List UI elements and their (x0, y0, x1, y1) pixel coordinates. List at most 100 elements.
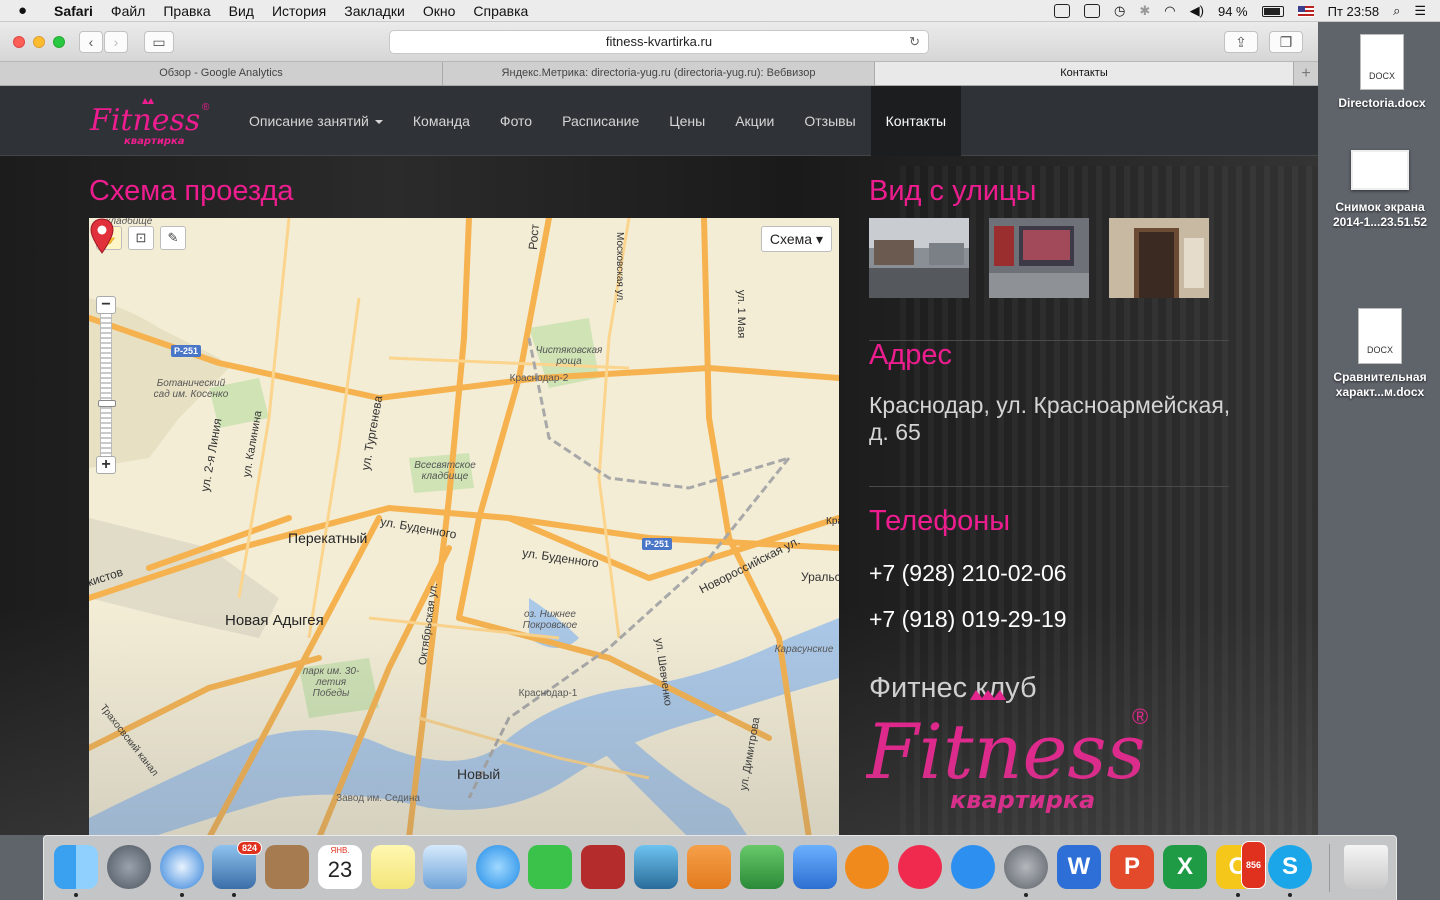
pages-icon[interactable] (687, 845, 731, 889)
yandex-map[interactable]: ✋ ⊡ ✎ Схема ▾ − + Р-251 Р-251 Перекатный… (89, 218, 839, 835)
contacts-icon[interactable] (265, 845, 309, 889)
nav-classes[interactable]: Описание занятий (234, 86, 398, 156)
nav-photo[interactable]: Фото (485, 86, 547, 156)
clock[interactable]: Пт 23:58 (1328, 4, 1379, 19)
zoom-slider[interactable] (98, 314, 116, 456)
time-machine-icon[interactable]: ◷ (1114, 3, 1125, 19)
nav-schedule[interactable]: Расписание (547, 86, 654, 156)
street-photo-2[interactable] (989, 218, 1089, 298)
address-text: Краснодар, ул. Красноармейская, д. 65 (869, 392, 1231, 445)
bluetooth-icon[interactable]: ✱ (1139, 3, 1150, 19)
minimize-window-button[interactable] (33, 36, 45, 48)
nav-team[interactable]: Команда (398, 86, 485, 156)
running-indicator (1288, 893, 1292, 897)
calendar-icon[interactable]: ЯНВ. 23 (318, 845, 362, 889)
ruler-tool-icon[interactable]: ✎ (160, 226, 186, 250)
map-type-select[interactable]: Схема ▾ (760, 226, 832, 252)
wifi-icon[interactable]: ◠ (1164, 3, 1175, 19)
keynote-icon[interactable] (793, 845, 837, 889)
menu-file[interactable]: Файл (111, 3, 145, 19)
forward-button[interactable]: › (104, 31, 128, 53)
map-canvas (89, 218, 839, 835)
close-window-button[interactable] (13, 36, 25, 48)
battery-icon[interactable] (1261, 5, 1284, 17)
zoom-control: − + (96, 296, 116, 474)
site-logo[interactable]: Fitness квартирка ® (88, 96, 218, 148)
tab-contacts[interactable]: Контакты (875, 62, 1294, 85)
itunes-icon[interactable] (898, 845, 942, 889)
logo-registered-mark: ® (1132, 704, 1148, 729)
trash-icon[interactable] (1344, 845, 1388, 889)
nav-contacts[interactable]: Контакты (870, 86, 962, 156)
share-icon[interactable]: ⇪ (1224, 31, 1258, 53)
zoom-tool-icon[interactable]: ⊡ (128, 226, 154, 250)
nav-prices[interactable]: Цены (654, 86, 720, 156)
street-label: Московская ул. (614, 232, 625, 303)
street-photo-3[interactable] (1109, 218, 1209, 298)
fullscreen-window-button[interactable] (53, 36, 65, 48)
phone-number[interactable]: +7 (928) 210-02-06 (869, 560, 1067, 587)
crown-icon (970, 690, 1006, 700)
volume-icon[interactable]: ◀) (1190, 3, 1204, 19)
desktop-file-directoria[interactable]: DOCX Directoria.docx (1327, 34, 1437, 111)
location-pin-icon[interactable] (89, 218, 115, 254)
reload-icon[interactable]: ↻ (909, 31, 920, 53)
menu-bar: ● Safari Файл Правка Вид История Закладк… (0, 0, 1440, 22)
photo-booth-icon[interactable] (581, 845, 625, 889)
skype-icon[interactable]: S (1268, 845, 1312, 889)
app-store-icon[interactable] (951, 845, 995, 889)
word-icon[interactable]: W (1057, 845, 1101, 889)
screenshot-file-icon (1351, 150, 1409, 190)
notification-icon[interactable] (1054, 4, 1071, 18)
menu-bookmarks[interactable]: Закладки (344, 3, 405, 19)
messages-icon[interactable] (476, 845, 520, 889)
apple-menu-icon[interactable]: ● (18, 2, 36, 19)
iphoto-icon[interactable] (634, 845, 678, 889)
spotlight-icon[interactable]: ⌕ (1393, 3, 1400, 19)
tab-google-analytics[interactable]: Обзор - Google Analytics (0, 62, 443, 85)
numbers-icon[interactable] (740, 845, 784, 889)
excel-icon[interactable]: X (1163, 845, 1207, 889)
input-source-flag-icon[interactable] (1297, 5, 1314, 17)
menu-edit[interactable]: Правка (163, 3, 210, 19)
facetime-icon[interactable] (528, 845, 572, 889)
menu-help[interactable]: Справка (473, 3, 528, 19)
sidebar-icon[interactable]: ▭ (144, 31, 174, 53)
preview-icon[interactable] (423, 845, 467, 889)
safari-icon[interactable] (160, 845, 204, 889)
back-button[interactable]: ‹ (79, 31, 103, 53)
section-divider (869, 486, 1229, 487)
finder-icon[interactable] (54, 845, 98, 889)
notes-icon[interactable] (371, 845, 415, 889)
system-preferences-icon[interactable] (1004, 845, 1048, 889)
outlook-icon[interactable]: O 856 (1216, 841, 1266, 889)
zoom-thumb[interactable] (98, 400, 116, 407)
launchpad-icon[interactable] (107, 845, 151, 889)
desktop-file-screenshot[interactable]: Снимок экрана 2014-1...23.51.52 (1325, 142, 1435, 230)
tabs-overview-icon[interactable]: ❐ (1269, 31, 1303, 53)
menu-window[interactable]: Окно (423, 3, 456, 19)
running-indicator (1236, 893, 1240, 897)
menu-view[interactable]: Вид (229, 3, 254, 19)
address-bar[interactable]: fitness-kvartirka.ru ↻ (389, 30, 929, 54)
new-tab-button[interactable]: + (1294, 62, 1318, 85)
nav-promotions[interactable]: Акции (720, 86, 789, 156)
desktop-file-comparison[interactable]: DOCX Сравнительная характ...м.docx (1325, 308, 1435, 400)
desktop-file-label: Directoria.docx (1338, 96, 1426, 110)
phone-number[interactable]: +7 (918) 019-29-19 (869, 606, 1067, 633)
airplay-icon[interactable] (1084, 4, 1101, 18)
nav-reviews[interactable]: Отзывы (789, 86, 870, 156)
tab-yandex-metrika[interactable]: Яндекс.Метрика: directoria-yug.ru (direc… (443, 62, 875, 85)
menu-safari[interactable]: Safari (54, 3, 93, 19)
zoom-out-button[interactable]: − (96, 296, 116, 314)
logo-registered-mark: ® (202, 102, 210, 113)
notification-center-icon[interactable]: ☰ (1414, 3, 1426, 19)
zoom-in-button[interactable]: + (96, 456, 116, 474)
powerpoint-icon[interactable]: P (1110, 845, 1154, 889)
running-indicator (74, 893, 78, 897)
menu-history[interactable]: История (272, 3, 326, 19)
ibooks-icon[interactable] (845, 845, 889, 889)
logo-text: Fitness (866, 707, 1146, 796)
street-photo-1[interactable] (869, 218, 969, 298)
mail-icon[interactable]: 824 (212, 841, 262, 889)
